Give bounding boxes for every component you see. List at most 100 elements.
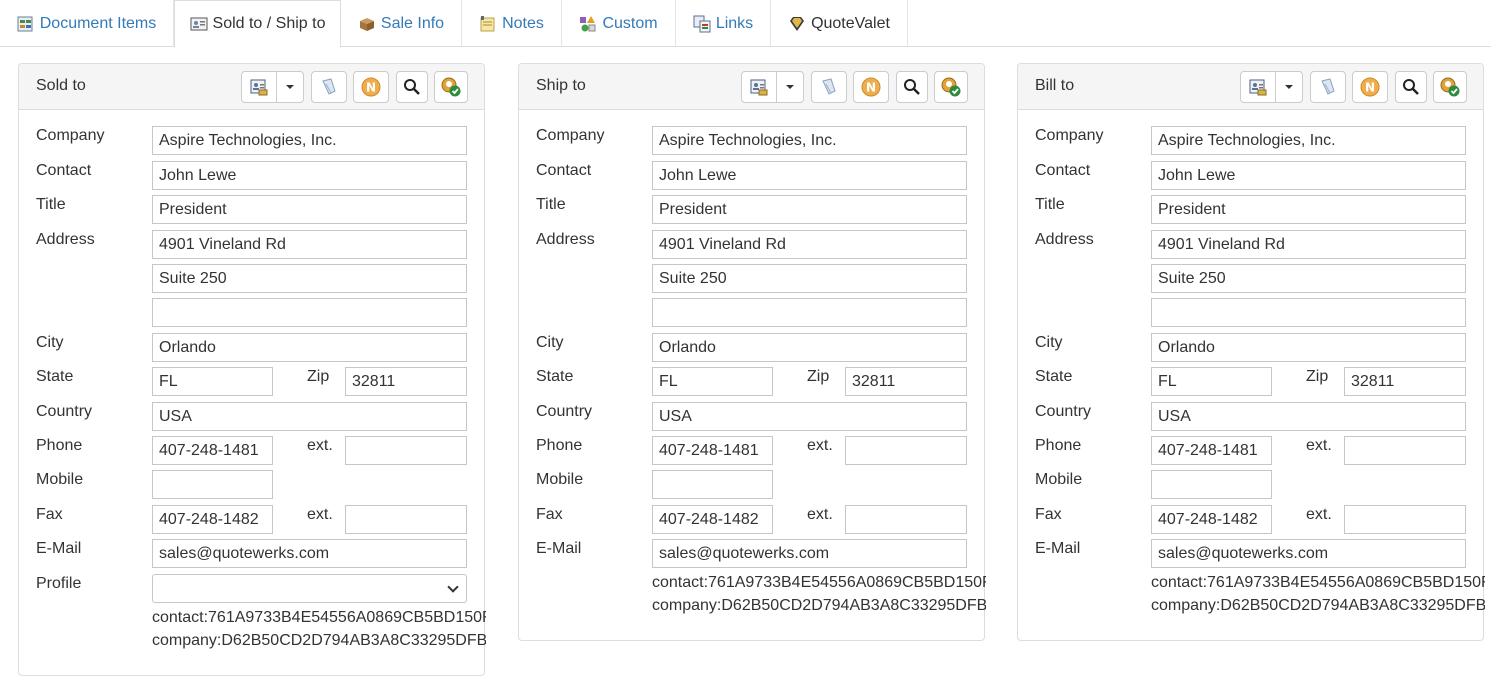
address-label: Address — [536, 231, 595, 248]
company-input[interactable]: Aspire Technologies, Inc. — [652, 126, 967, 155]
address-line2-input[interactable]: Suite 250 — [152, 264, 467, 293]
contact-dropdown-button[interactable] — [276, 71, 304, 103]
phone-input[interactable]: 407-248-1481 — [1151, 436, 1272, 465]
tab-links[interactable]: Links — [676, 0, 771, 47]
contact-card-button[interactable] — [741, 71, 777, 103]
title-input[interactable]: President — [652, 195, 967, 224]
state-input[interactable]: FL — [152, 367, 273, 396]
panel-title: Sold to — [36, 77, 86, 94]
fax-label: Fax — [536, 506, 563, 523]
mobile-input[interactable] — [1151, 470, 1272, 499]
tab-custom[interactable]: Custom — [562, 0, 676, 47]
clear-button[interactable] — [811, 71, 847, 103]
city-input[interactable]: Orlando — [652, 333, 967, 362]
contact-dropdown-button[interactable] — [1275, 71, 1303, 103]
address-line2-input[interactable]: Suite 250 — [1151, 264, 1466, 293]
state-input[interactable]: FL — [1151, 367, 1272, 396]
contact-input[interactable]: John Lewe — [152, 161, 467, 190]
tab-notes[interactable]: Notes — [462, 0, 562, 47]
custom-shapes-icon — [580, 15, 596, 31]
crm-button[interactable]: N — [853, 71, 889, 103]
link-contact-button[interactable] — [934, 71, 968, 103]
link-contact-button[interactable] — [434, 71, 468, 103]
title-input[interactable]: President — [152, 195, 467, 224]
country-input[interactable]: USA — [652, 402, 967, 431]
panel-title: Bill to — [1035, 77, 1075, 94]
email-input[interactable]: sales@quotewerks.com — [1151, 539, 1466, 568]
contact-card-icon — [1249, 79, 1267, 96]
phone-ext-input[interactable] — [845, 436, 967, 465]
eraser-icon — [322, 78, 336, 95]
country-input[interactable]: USA — [1151, 402, 1466, 431]
search-icon — [404, 79, 420, 95]
fax-ext-input[interactable] — [345, 505, 467, 534]
address-line1-input[interactable]: 4901 Vineland Rd — [152, 230, 467, 259]
clear-button[interactable] — [1310, 71, 1346, 103]
phone-label: Phone — [1035, 437, 1082, 454]
crm-button[interactable]: N — [1352, 71, 1388, 103]
search-button[interactable] — [896, 71, 928, 103]
search-button[interactable] — [396, 71, 428, 103]
n-badge-icon: N — [861, 77, 881, 97]
company-input[interactable]: Aspire Technologies, Inc. — [152, 126, 467, 155]
contact-input[interactable]: John Lewe — [652, 161, 967, 190]
fax-input[interactable]: 407-248-1482 — [1151, 505, 1272, 534]
address-line2-input[interactable]: Suite 250 — [652, 264, 967, 293]
tab-document-items[interactable]: Document Items — [0, 0, 174, 47]
address-line3-input[interactable] — [152, 298, 467, 327]
tab-sold-ship-to[interactable]: Sold to / Ship to — [174, 0, 341, 48]
contact-input[interactable]: John Lewe — [1151, 161, 1466, 190]
fax-ext-input[interactable] — [845, 505, 967, 534]
tab-bar: Document Items Sold to / Ship to Sale In… — [0, 0, 1491, 48]
company-input[interactable]: Aspire Technologies, Inc. — [1151, 126, 1466, 155]
phone-input[interactable]: 407-248-1481 — [152, 436, 273, 465]
tab-quotevalet[interactable]: QuoteValet — [771, 0, 908, 47]
email-input[interactable]: sales@quotewerks.com — [152, 539, 467, 568]
contact-card-button[interactable] — [1240, 71, 1276, 103]
clear-button[interactable] — [311, 71, 347, 103]
link-check-icon — [441, 77, 461, 97]
mobile-label: Mobile — [36, 471, 84, 488]
svg-text:N: N — [1365, 81, 1375, 95]
address-line1-input[interactable]: 4901 Vineland Rd — [652, 230, 967, 259]
crm-button[interactable]: N — [353, 71, 389, 103]
fax-ext-input[interactable] — [1344, 505, 1466, 534]
link-contact-button[interactable] — [1433, 71, 1467, 103]
phone-ext-input[interactable] — [345, 436, 467, 465]
fax-input[interactable]: 407-248-1482 — [652, 505, 773, 534]
country-input[interactable]: USA — [152, 402, 467, 431]
phone-label: Phone — [536, 437, 583, 454]
fax-ext-label: ext. — [307, 506, 333, 523]
fax-ext-label: ext. — [1306, 506, 1332, 523]
sold-to-panel: Sold to N Company Aspire Technologies, I… — [18, 63, 486, 676]
state-input[interactable]: FL — [652, 367, 773, 396]
title-input[interactable]: President — [1151, 195, 1466, 224]
city-input[interactable]: Orlando — [152, 333, 467, 362]
phone-input[interactable]: 407-248-1481 — [652, 436, 773, 465]
mobile-input[interactable] — [652, 470, 773, 499]
chevron-down-icon — [1285, 85, 1293, 89]
city-input[interactable]: Orlando — [1151, 333, 1466, 362]
phone-ext-label: ext. — [1306, 437, 1332, 454]
address-card-icon — [190, 17, 208, 31]
address-line3-input[interactable] — [652, 298, 967, 327]
address-line3-input[interactable] — [1151, 298, 1466, 327]
search-icon — [904, 79, 920, 95]
zip-input[interactable]: 32811 — [845, 367, 967, 396]
mobile-input[interactable] — [152, 470, 273, 499]
zip-input[interactable]: 32811 — [1344, 367, 1466, 396]
contact-dropdown-button[interactable] — [776, 71, 804, 103]
search-button[interactable] — [1395, 71, 1427, 103]
zip-label: Zip — [307, 368, 330, 385]
contact-id-text: contact:761A9733B4E54556A0869CB5BD150F4 — [652, 574, 986, 591]
address-line1-input[interactable]: 4901 Vineland Rd — [1151, 230, 1466, 259]
fax-input[interactable]: 407-248-1482 — [152, 505, 273, 534]
contact-label: Contact — [536, 162, 592, 179]
profile-select[interactable] — [152, 574, 467, 603]
zip-input[interactable]: 32811 — [345, 367, 467, 396]
email-label: E-Mail — [1035, 540, 1081, 557]
contact-card-button[interactable] — [241, 71, 277, 103]
phone-ext-input[interactable] — [1344, 436, 1466, 465]
email-input[interactable]: sales@quotewerks.com — [652, 539, 967, 568]
tab-sale-info[interactable]: Sale Info — [341, 0, 462, 47]
